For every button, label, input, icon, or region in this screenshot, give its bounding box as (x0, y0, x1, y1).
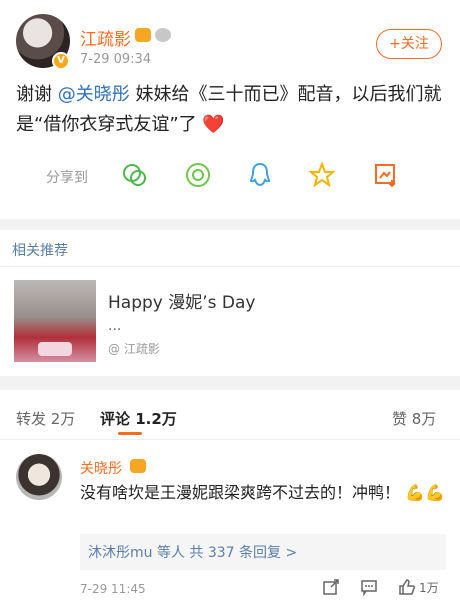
related-thumbnail[interactable] (14, 280, 96, 362)
flex-emoji: 💪💪 (405, 483, 445, 502)
divider (0, 266, 460, 267)
tab-comment[interactable]: 评论 1.2万 (100, 408, 177, 429)
comment-time: 7-29 11:45 (80, 582, 146, 596)
tab-repost[interactable]: 转发 2万 (16, 408, 75, 429)
related-section: 相关推荐 Happy 漫妮’s Day ... @ 江疏影 (0, 230, 460, 376)
post-time: 7-29 09:34 (80, 52, 152, 67)
repost-action-icon[interactable] (322, 578, 340, 596)
comment-action-icon[interactable] (360, 578, 378, 596)
follow-button[interactable]: +关注 (376, 29, 442, 59)
mention-link[interactable]: @关晓彤 (58, 84, 130, 105)
like-count: 1万 (419, 580, 439, 595)
thumbs-up-icon (399, 579, 416, 595)
moments-icon[interactable] (183, 160, 213, 190)
related-ellipsis: ... (108, 318, 122, 334)
cake-shape (38, 342, 72, 356)
divider (0, 439, 460, 440)
tab-active-indicator (118, 432, 142, 435)
medal-badge-icon (155, 28, 171, 42)
crown-badge-icon (135, 28, 151, 42)
related-author[interactable]: @ 江疏影 (108, 340, 160, 357)
post-username[interactable]: 江疏影 (80, 25, 131, 50)
qzone-icon[interactable] (307, 160, 337, 190)
post-text-before: 谢谢 (16, 84, 52, 105)
related-headline[interactable]: Happy 漫妮’s Day (108, 288, 255, 313)
reply-summary[interactable]: 沐沐彤mu 等人 共 337 条回复 > (80, 534, 446, 570)
post-card: V 江疏影 7-29 09:34 +关注 谢谢 @关晓彤 妹妹给《三十而已》配音… (0, 0, 460, 219)
post-text: 谢谢 @关晓彤 妹妹给《三十而已》配音，以后我们就是“借你衣穿式友谊”了 ❤️ (16, 80, 446, 140)
heart-emoji: ❤️ (202, 114, 225, 135)
save-image-icon[interactable] (371, 160, 401, 190)
comment-body: 没有啥坎是王漫妮跟梁爽跨不过去的！冲鸭！ (80, 483, 401, 502)
comment-username[interactable]: 关晓彤 (80, 458, 122, 478)
crown-badge-icon (130, 459, 146, 473)
comments-section: 转发 2万 评论 1.2万 赞 8万 关晓彤 没有啥坎是王漫妮跟梁爽跨不过去的！… (0, 390, 460, 614)
qq-icon[interactable] (245, 160, 275, 190)
comment-avatar[interactable] (16, 454, 62, 500)
wechat-icon[interactable] (120, 160, 150, 190)
related-title: 相关推荐 (12, 243, 68, 259)
comment-text: 没有啥坎是王漫妮跟梁爽跨不过去的！冲鸭！ 💪💪 (80, 480, 445, 506)
verified-badge-icon: V (52, 52, 70, 70)
share-label: 分享到 (46, 170, 88, 186)
like-button[interactable]: 1万 (398, 578, 439, 596)
tab-like[interactable]: 赞 8万 (392, 408, 436, 429)
